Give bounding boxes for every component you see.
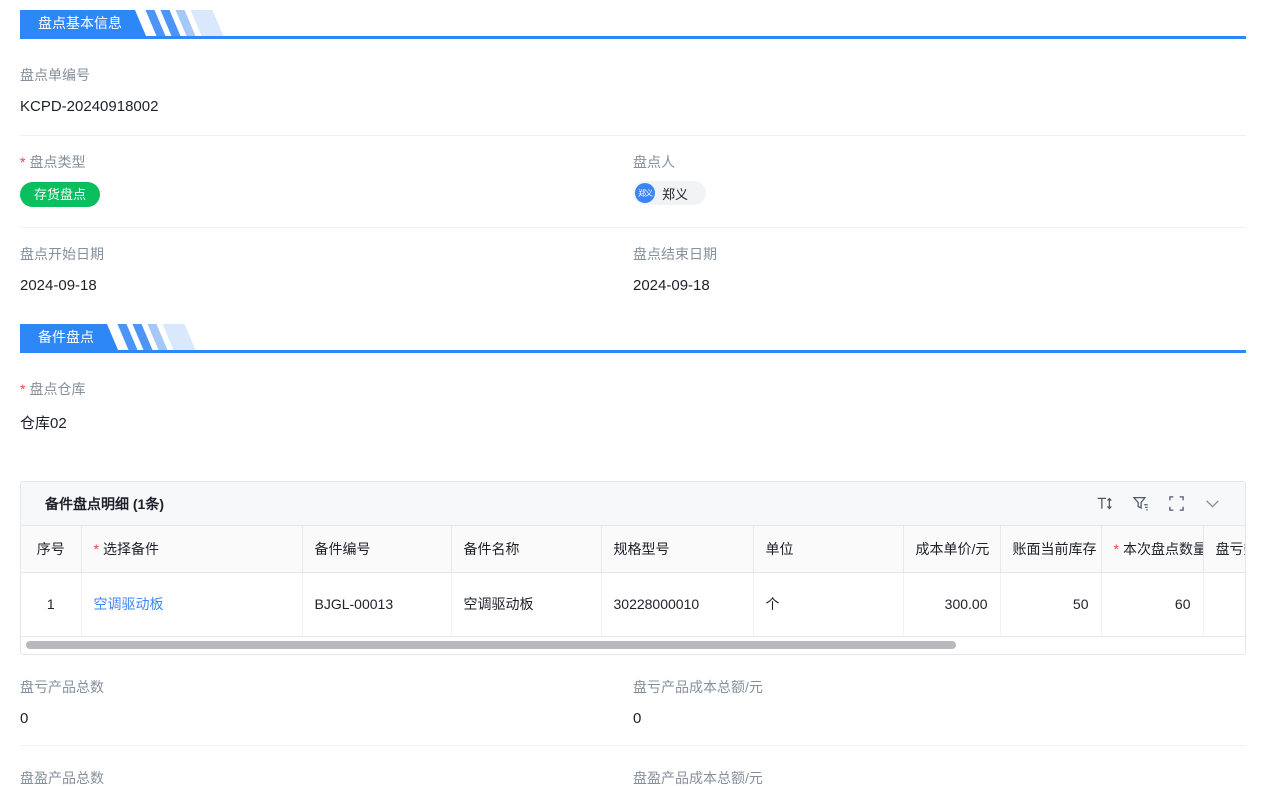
page: 盘点基本信息 盘点单编号 KCPD-20240918002 *盘点类型 存货盘点… (0, 0, 1262, 786)
section-banner-basic: 盘点基本信息 (20, 10, 1246, 39)
table-cell: 空调驱动板 (451, 572, 601, 636)
column-header: *选择备件 (81, 526, 302, 572)
required-mark: * (94, 541, 99, 557)
fullscreen-icon[interactable] (1168, 495, 1185, 512)
field-end-date: 盘点结束日期 2024-09-18 (633, 244, 1246, 294)
loss-amount-label: 盘亏产品成本总额/元 (633, 677, 1246, 697)
section-title-parts: 备件盘点 (20, 324, 118, 350)
gain-count-label: 盘盈产品总数 (20, 768, 633, 786)
table-cell: BJGL-00013 (302, 572, 451, 636)
collapse-icon[interactable] (1204, 495, 1221, 512)
type-label: *盘点类型 (20, 152, 633, 172)
required-mark: * (1114, 541, 1119, 557)
detail-panel: 备件盘点明细 (1条) (20, 481, 1246, 655)
detail-panel-title: 备件盘点明细 (1条) (45, 494, 164, 514)
filter-icon[interactable] (1132, 495, 1149, 512)
column-header: 成本单价/元 (903, 526, 1000, 572)
loss-amount-value: 0 (633, 710, 1246, 727)
detail-table-wrap: 序号*选择备件备件编号备件名称规格型号单位成本单价/元账面当前库存*本次盘点数量… (21, 526, 1245, 637)
banner-stripe (162, 324, 195, 350)
person-avatar: 郑义 (635, 183, 655, 203)
field-gain-amount: 盘盈产品成本总额/元 3,000 (633, 768, 1246, 786)
detail-table: 序号*选择备件备件编号备件名称规格型号单位成本单价/元账面当前库存*本次盘点数量… (21, 526, 1245, 637)
table-cell: 1 (21, 572, 81, 636)
end-date-value: 2024-09-18 (633, 277, 1246, 294)
table-cell: 个 (753, 572, 903, 636)
table-cell: 300.00 (903, 572, 1000, 636)
person-label: 盘点人 (633, 152, 1246, 172)
column-header: 备件编号 (302, 526, 451, 572)
column-header: 盘亏数 (1203, 526, 1245, 572)
horizontal-scrollbar (21, 637, 1245, 654)
field-start-date: 盘点开始日期 2024-09-18 (20, 244, 633, 294)
column-header: 备件名称 (451, 526, 601, 572)
loss-count-label: 盘亏产品总数 (20, 677, 633, 697)
summary-row-gain: 盘盈产品总数 10 盘盈产品成本总额/元 3,000 (20, 746, 1246, 786)
summary-row-loss: 盘亏产品总数 0 盘亏产品成本总额/元 0 (20, 655, 1246, 746)
order-no-label: 盘点单编号 (20, 65, 640, 85)
field-order-no: 盘点单编号 KCPD-20240918002 (20, 65, 640, 115)
loss-count-value: 0 (20, 710, 633, 727)
field-row-warehouse: *盘点仓库 仓库02 (20, 353, 1246, 453)
field-row-dates: 盘点开始日期 2024-09-18 盘点结束日期 2024-09-18 (20, 228, 1246, 314)
field-row-order-no: 盘点单编号 KCPD-20240918002 (20, 39, 1246, 136)
table-row: 1空调驱动板BJGL-00013空调驱动板30228000010个300.005… (21, 572, 1245, 636)
field-warehouse: *盘点仓库 仓库02 (20, 379, 640, 433)
type-tag: 存货盘点 (20, 182, 100, 207)
field-gain-count: 盘盈产品总数 10 (20, 768, 633, 786)
table-cell: 空调驱动板 (81, 572, 302, 636)
detail-panel-header: 备件盘点明细 (1条) (21, 482, 1245, 526)
column-header: 账面当前库存 (1000, 526, 1101, 572)
table-cell: 60 (1101, 572, 1203, 636)
scrollbar-thumb[interactable] (26, 641, 956, 649)
table-cell (1203, 572, 1245, 636)
section-title-basic: 盘点基本信息 (20, 10, 146, 36)
gain-amount-label: 盘盈产品成本总额/元 (633, 768, 1246, 786)
start-date-value: 2024-09-18 (20, 277, 633, 294)
banner-stripe (190, 10, 223, 36)
field-person: 盘点人 郑义 郑义 (633, 152, 1246, 207)
warehouse-value: 仓库02 (20, 412, 640, 433)
required-mark: * (20, 381, 25, 397)
person-name: 郑义 (662, 184, 688, 203)
start-date-label: 盘点开始日期 (20, 244, 633, 264)
warehouse-label: *盘点仓库 (20, 379, 640, 399)
person-pill: 郑义 郑义 (633, 181, 706, 205)
detail-panel-toolbar (1096, 495, 1221, 512)
field-row-type-person: *盘点类型 存货盘点 盘点人 郑义 郑义 (20, 136, 1246, 228)
column-header: *本次盘点数量 (1101, 526, 1203, 572)
banner-stripes (123, 324, 190, 350)
column-header: 单位 (753, 526, 903, 572)
field-loss-amount: 盘亏产品成本总额/元 0 (633, 677, 1246, 727)
order-no-value: KCPD-20240918002 (20, 98, 640, 115)
table-cell: 30228000010 (601, 572, 753, 636)
table-cell: 50 (1000, 572, 1101, 636)
table-header-row: 序号*选择备件备件编号备件名称规格型号单位成本单价/元账面当前库存*本次盘点数量… (21, 526, 1245, 572)
field-type: *盘点类型 存货盘点 (20, 152, 633, 207)
column-header: 序号 (21, 526, 81, 572)
section-banner-parts: 备件盘点 (20, 324, 1246, 353)
required-mark: * (20, 154, 25, 170)
field-loss-count: 盘亏产品总数 0 (20, 677, 633, 727)
banner-stripes (151, 10, 218, 36)
end-date-label: 盘点结束日期 (633, 244, 1246, 264)
row-height-icon[interactable] (1096, 495, 1113, 512)
column-header: 规格型号 (601, 526, 753, 572)
part-link[interactable]: 空调驱动板 (94, 596, 164, 612)
